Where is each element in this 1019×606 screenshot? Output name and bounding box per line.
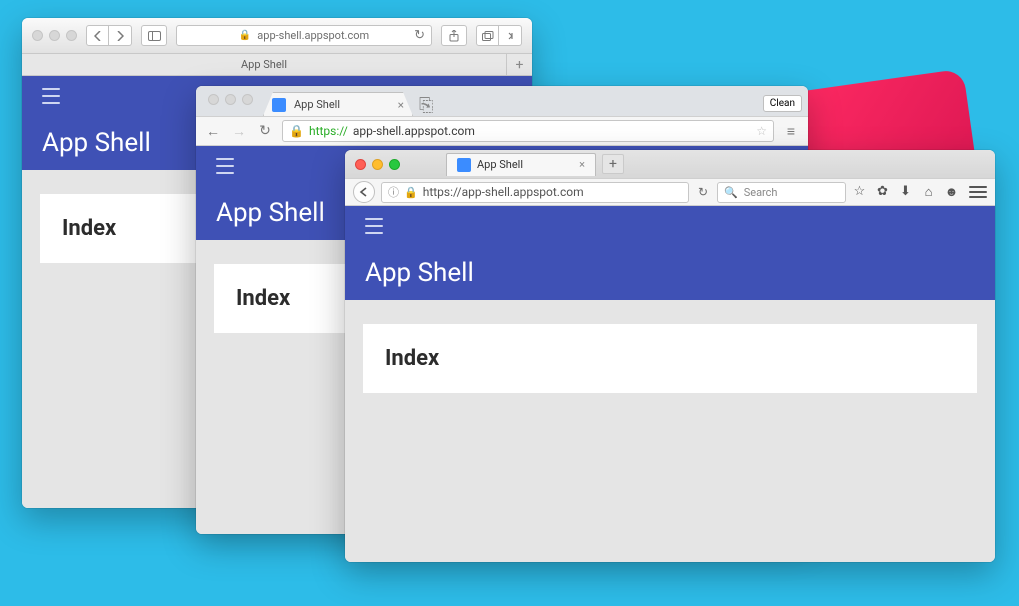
url-text: https://app-shell.appspot.com xyxy=(423,185,584,199)
card-heading: Index xyxy=(236,286,290,311)
new-tab-button[interactable]: + xyxy=(602,154,624,174)
close-tab-icon[interactable]: × xyxy=(398,98,404,112)
tabs-button[interactable] xyxy=(476,25,499,46)
bookmark-star-icon[interactable]: ☆ xyxy=(852,184,867,200)
reload-icon[interactable]: ↻ xyxy=(256,123,274,139)
chrome-toolbar: ← → ↻ 🔒 https://app-shell.appspot.com ☆ … xyxy=(196,116,808,146)
address-bar[interactable]: 🔒 app-shell.appspot.com ↻ xyxy=(176,25,432,46)
lock-icon: 🔒 xyxy=(404,186,418,199)
search-engine-icon: 🔍 xyxy=(724,186,738,199)
menu-icon[interactable] xyxy=(365,218,387,234)
address-bar[interactable]: 🔒 https:// app-shell.appspot.com ☆ xyxy=(282,120,774,142)
zoom-dot-icon[interactable] xyxy=(66,30,77,41)
sidebar-button[interactable] xyxy=(141,25,167,46)
lock-icon: 🔒 xyxy=(289,124,304,138)
page-content: App Shell Index xyxy=(345,206,995,562)
card-heading: Index xyxy=(62,216,116,241)
zoom-dot-icon[interactable] xyxy=(242,94,253,105)
site-info-icon[interactable]: ⓘ xyxy=(388,184,399,200)
search-bar[interactable]: 🔍 Search xyxy=(717,182,846,203)
minimize-dot-icon[interactable] xyxy=(49,30,60,41)
downloads-icon[interactable]: ⬇ xyxy=(898,184,913,200)
url-host: app-shell.appspot.com xyxy=(353,124,475,138)
firefox-window: App Shell × + ⓘ 🔒 https://app-shell.apps… xyxy=(345,150,995,562)
back-button[interactable] xyxy=(353,181,375,203)
chat-icon[interactable]: ☻ xyxy=(944,184,959,200)
lock-icon: 🔒 xyxy=(239,30,251,41)
back-button[interactable]: ← xyxy=(204,123,222,140)
search-placeholder: Search xyxy=(744,186,778,199)
url-scheme: https:// xyxy=(309,124,348,138)
tab-bar: App Shell + xyxy=(22,54,532,76)
reload-icon[interactable]: ↻ xyxy=(695,185,711,199)
clean-button[interactable]: Clean xyxy=(763,95,802,112)
tab-strip: App Shell × + xyxy=(345,150,995,178)
bookmark-star-icon[interactable]: ☆ xyxy=(756,124,767,138)
menu-icon[interactable]: ≡ xyxy=(782,123,800,140)
tabs-overview-group xyxy=(476,25,522,46)
tab-app-shell[interactable]: App Shell × xyxy=(446,153,596,176)
back-button[interactable] xyxy=(86,25,109,46)
content-card: Index xyxy=(363,324,977,393)
card-heading: Index xyxy=(385,346,439,371)
tab-title: App Shell xyxy=(294,98,340,111)
tab-strip: App Shell × ⎘ Clean xyxy=(196,86,808,116)
menu-icon[interactable] xyxy=(42,88,64,104)
nav-back-forward xyxy=(86,25,132,46)
traffic-lights[interactable] xyxy=(32,30,77,41)
new-tab-button[interactable]: + xyxy=(506,54,532,76)
tab-app-shell[interactable]: App Shell xyxy=(22,54,506,76)
new-tab-button[interactable]: ⎘ xyxy=(419,94,433,116)
reload-icon[interactable]: ↻ xyxy=(414,28,425,43)
home-icon[interactable]: ⌂ xyxy=(921,184,936,200)
menu-icon[interactable] xyxy=(969,186,987,198)
forward-button[interactable] xyxy=(109,25,132,46)
more-button[interactable] xyxy=(499,25,522,46)
tab-app-shell[interactable]: App Shell × xyxy=(263,92,413,116)
favicon-icon xyxy=(272,98,286,112)
close-tab-icon[interactable]: × xyxy=(579,158,585,171)
toolbar-icons: ☆ ✿ ⬇ ⌂ ☻ xyxy=(852,184,959,200)
menu-icon[interactable] xyxy=(216,158,238,174)
close-dot-icon[interactable] xyxy=(355,159,366,170)
zoom-dot-icon[interactable] xyxy=(389,159,400,170)
minimize-dot-icon[interactable] xyxy=(372,159,383,170)
minimize-dot-icon[interactable] xyxy=(225,94,236,105)
safari-toolbar: 🔒 app-shell.appspot.com ↻ xyxy=(22,18,532,54)
close-dot-icon[interactable] xyxy=(208,94,219,105)
appbar: App Shell xyxy=(345,206,995,300)
forward-button: → xyxy=(230,123,248,140)
traffic-lights[interactable] xyxy=(206,86,257,105)
favicon-icon xyxy=(457,158,471,172)
library-icon[interactable]: ✿ xyxy=(875,184,890,200)
url-text: app-shell.appspot.com xyxy=(257,29,369,42)
app-title: App Shell xyxy=(365,258,975,288)
share-button[interactable] xyxy=(441,25,467,46)
close-dot-icon[interactable] xyxy=(32,30,43,41)
tab-title: App Shell xyxy=(477,158,523,171)
traffic-lights[interactable] xyxy=(355,159,400,170)
firefox-toolbar: ⓘ 🔒 https://app-shell.appspot.com ↻ 🔍 Se… xyxy=(345,178,995,206)
address-bar[interactable]: ⓘ 🔒 https://app-shell.appspot.com xyxy=(381,182,689,203)
